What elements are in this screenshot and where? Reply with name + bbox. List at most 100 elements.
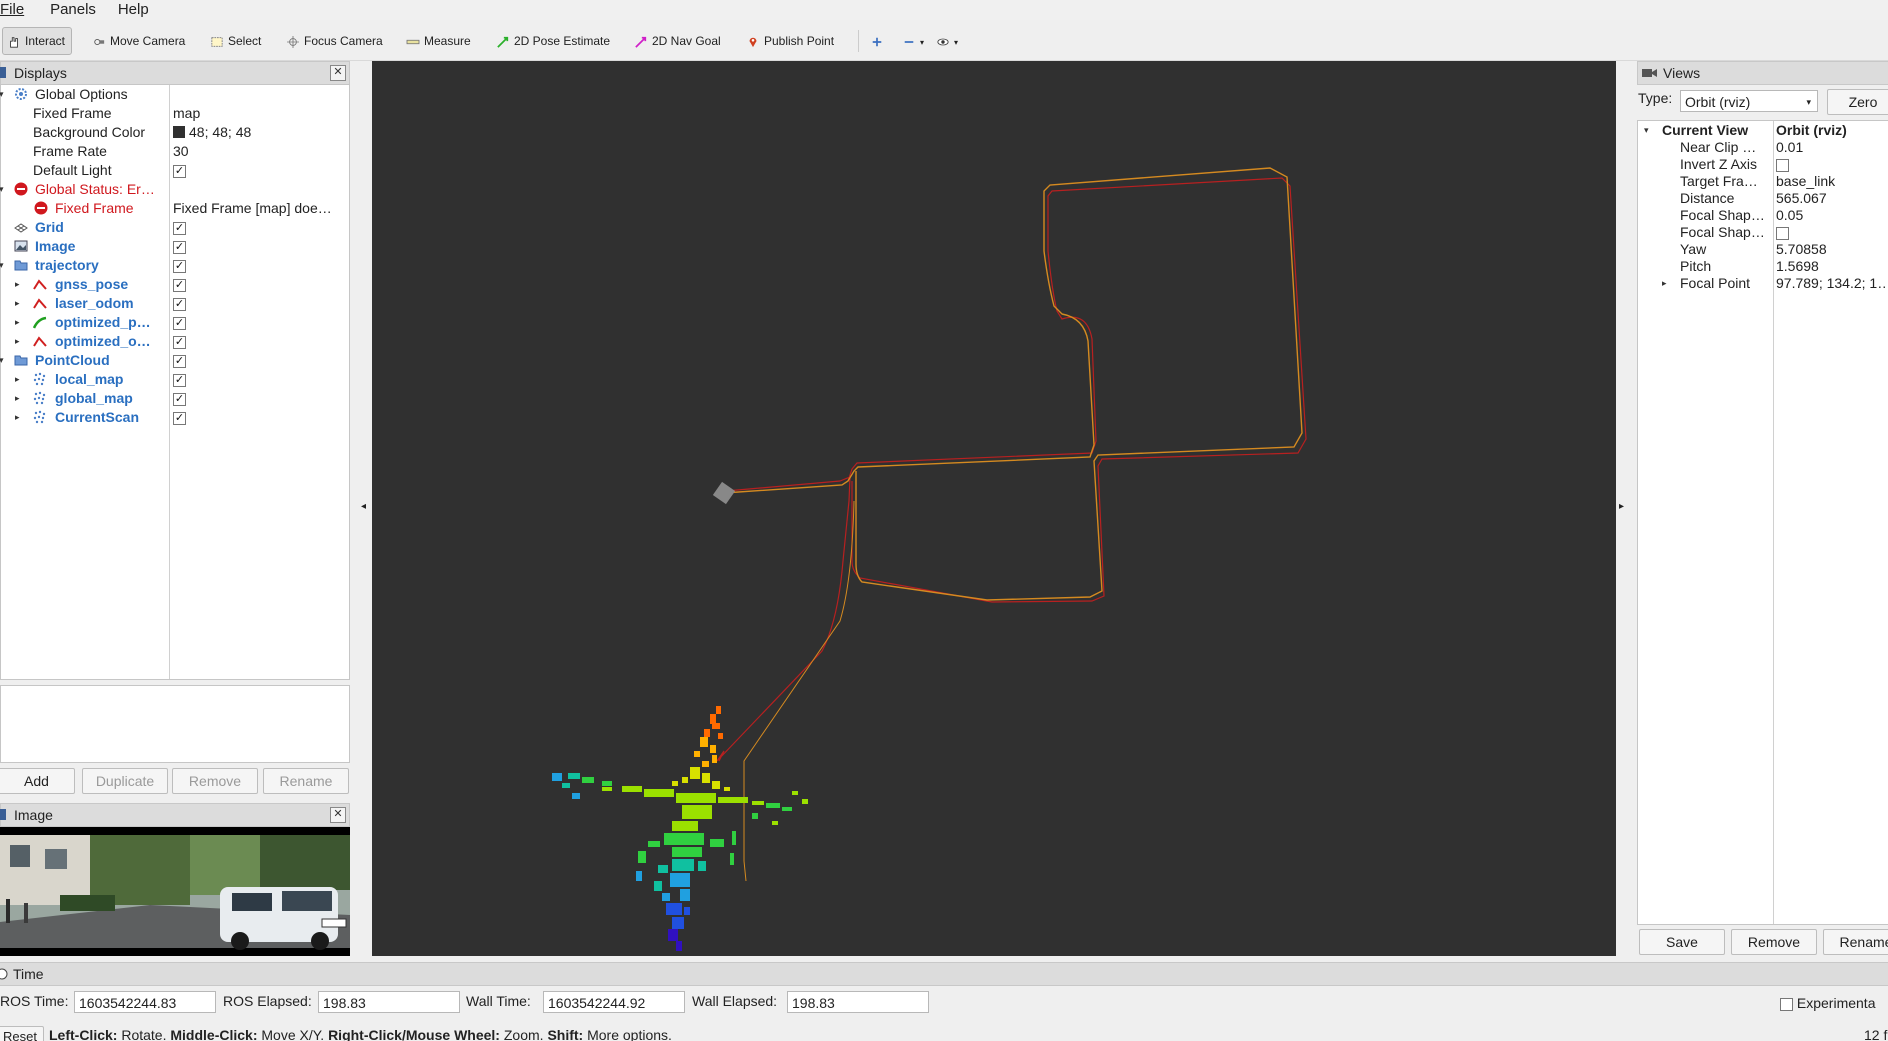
remove-tool-button[interactable]: ▾	[902, 29, 924, 53]
experimental-checkbox[interactable]	[1780, 997, 1793, 1011]
eye-tool-button[interactable]: ▾	[936, 29, 958, 53]
magenta-arrow-icon	[635, 36, 647, 48]
close-icon[interactable]: ✕	[330, 807, 346, 823]
collapse-arrow-icon[interactable]: ▾	[0, 85, 4, 104]
tree-row-grid[interactable]: Grid ✓	[1, 218, 349, 237]
tree-row-local-map[interactable]: ▸ local_map ✓	[1, 370, 349, 389]
color-swatch	[173, 126, 185, 138]
local-map-checkbox[interactable]: ✓	[173, 373, 186, 387]
focal-shape-checkbox[interactable]	[1776, 226, 1789, 240]
tree-row-gnss-pose[interactable]: ▸ gnss_pose ✓	[1, 275, 349, 294]
view-type-select[interactable]: Orbit (rviz) ▾	[1680, 90, 1818, 112]
measure-tool-button[interactable]: Measure	[406, 29, 471, 53]
collapse-arrow-icon[interactable]: ▾	[0, 180, 4, 199]
expand-arrow-icon[interactable]: ▸	[15, 294, 20, 313]
tree-row-trajectory[interactable]: ▾ trajectory ✓	[0, 256, 349, 275]
tree-row-optimized-p[interactable]: ▸ optimized_p… ✓	[1, 313, 349, 332]
hint-more: More options.	[587, 1027, 672, 1041]
interact-tool-button[interactable]: Interact	[2, 27, 73, 55]
tree-row-frame-rate[interactable]: Frame Rate 30	[1, 142, 349, 161]
close-icon[interactable]: ✕	[330, 65, 346, 81]
save-view-button[interactable]: Save	[1639, 929, 1725, 955]
3d-viewport[interactable]	[372, 61, 1616, 956]
fixed-frame-label: Fixed Frame	[33, 105, 112, 121]
wall-time-field[interactable]: 1603542244.92	[543, 991, 685, 1013]
tree-row-status-fixed-frame[interactable]: Fixed Frame Fixed Frame [map] doe…	[1, 199, 349, 218]
gear-icon	[15, 88, 27, 100]
view-prop-focal-point[interactable]: ▸ Focal Point 97.789; 134.2; 1…	[1638, 274, 1888, 293]
collapse-arrow-icon[interactable]: ▾	[0, 256, 4, 275]
experimental-toggle[interactable]: Experimenta	[1780, 995, 1875, 1011]
expand-arrow-icon[interactable]: ▸	[15, 370, 20, 389]
select-tool-button[interactable]: Select	[210, 29, 261, 53]
trajectory-visualization	[552, 167, 1307, 951]
remove-display-button[interactable]: Remove	[172, 768, 258, 794]
time-panel-header: Time	[0, 962, 1888, 986]
menu-panels[interactable]: Panels	[50, 0, 102, 18]
prop-value[interactable]: 97.789; 134.2; 1…	[1776, 274, 1888, 293]
tree-row-global-map[interactable]: ▸ global_map ✓	[1, 389, 349, 408]
minus-icon	[904, 40, 914, 43]
expand-arrow-icon[interactable]: ▸	[15, 313, 20, 332]
hint-middle-click: Middle-Click:	[170, 1027, 258, 1041]
tree-row-default-light[interactable]: Default Light ✓	[1, 161, 349, 180]
reset-button[interactable]: Reset	[0, 1026, 44, 1041]
fixed-frame-value[interactable]: map	[173, 104, 200, 123]
tree-row-global-status[interactable]: ▾ Global Status: Er…	[0, 180, 349, 199]
expand-arrow-icon[interactable]: ▸	[15, 275, 20, 294]
zero-button[interactable]: Zero	[1827, 89, 1888, 115]
expand-arrow-icon[interactable]: ▸	[15, 332, 20, 351]
frame-rate-value[interactable]: 30	[173, 142, 189, 161]
trajectory-checkbox[interactable]: ✓	[173, 259, 186, 273]
tree-row-image[interactable]: Image ✓	[1, 237, 349, 256]
left-collapse-handle[interactable]: ◂	[359, 61, 372, 956]
tree-row-pointcloud[interactable]: ▾ PointCloud ✓	[0, 351, 349, 370]
hint-right-click: Right-Click/Mouse Wheel:	[328, 1027, 500, 1041]
collapse-arrow-icon[interactable]: ▾	[0, 351, 4, 370]
menu-help[interactable]: Help	[118, 0, 155, 18]
clock-icon	[0, 968, 8, 980]
image-checkbox[interactable]: ✓	[173, 240, 186, 254]
wall-elapsed-label: Wall Elapsed:	[692, 993, 778, 1009]
background-color-value[interactable]: 48; 48; 48	[173, 123, 251, 142]
expand-arrow-icon[interactable]: ▸	[15, 389, 20, 408]
ros-elapsed-field[interactable]: 198.83	[318, 991, 460, 1013]
grid-label: Grid	[35, 219, 64, 235]
invert-z-checkbox[interactable]	[1776, 158, 1789, 172]
laser-odom-checkbox[interactable]: ✓	[173, 297, 186, 311]
current-scan-label: CurrentScan	[55, 409, 140, 425]
tree-row-global-options[interactable]: ▾ Global Options	[0, 85, 349, 104]
add-display-button[interactable]: Add	[0, 768, 75, 794]
right-collapse-handle[interactable]: ▸	[1616, 61, 1630, 956]
displays-panel-title: Displays	[14, 65, 67, 81]
optimized-o-checkbox[interactable]: ✓	[173, 335, 186, 349]
pointcloud-checkbox[interactable]: ✓	[173, 354, 186, 368]
default-light-checkbox[interactable]: ✓	[173, 164, 186, 178]
optimized-p-checkbox[interactable]: ✓	[173, 316, 186, 330]
duplicate-display-button[interactable]: Duplicate	[82, 768, 168, 794]
tree-row-background-color[interactable]: Background Color 48; 48; 48	[1, 123, 349, 142]
ros-time-field[interactable]: 1603542244.83	[74, 991, 216, 1013]
expand-arrow-icon[interactable]: ▸	[1662, 274, 1667, 293]
gnss-pose-checkbox[interactable]: ✓	[173, 278, 186, 292]
2d-pose-estimate-tool-button[interactable]: 2D Pose Estimate	[496, 29, 610, 53]
move-camera-tool-button[interactable]: Move Camera	[92, 29, 185, 53]
add-tool-button[interactable]	[870, 29, 888, 53]
wall-elapsed-field[interactable]: 198.83	[787, 991, 929, 1013]
global-map-checkbox[interactable]: ✓	[173, 392, 186, 406]
menu-file[interactable]: File	[0, 0, 30, 18]
pointcloud-label: PointCloud	[35, 352, 110, 368]
focus-camera-tool-button[interactable]: Focus Camera	[286, 29, 383, 53]
tree-row-current-scan[interactable]: ▸ CurrentScan ✓	[1, 408, 349, 427]
tree-row-fixed-frame[interactable]: Fixed Frame map	[1, 104, 349, 123]
rename-display-button[interactable]: Rename	[263, 768, 349, 794]
rename-view-button[interactable]: Rename	[1823, 929, 1888, 955]
tree-row-optimized-o[interactable]: ▸ optimized_o… ✓	[1, 332, 349, 351]
grid-checkbox[interactable]: ✓	[173, 221, 186, 235]
publish-point-tool-button[interactable]: Publish Point	[746, 29, 834, 53]
remove-view-button[interactable]: Remove	[1731, 929, 1817, 955]
2d-nav-goal-tool-button[interactable]: 2D Nav Goal	[634, 29, 721, 53]
current-scan-checkbox[interactable]: ✓	[173, 411, 186, 425]
expand-arrow-icon[interactable]: ▸	[15, 408, 20, 427]
tree-row-laser-odom[interactable]: ▸ laser_odom ✓	[1, 294, 349, 313]
